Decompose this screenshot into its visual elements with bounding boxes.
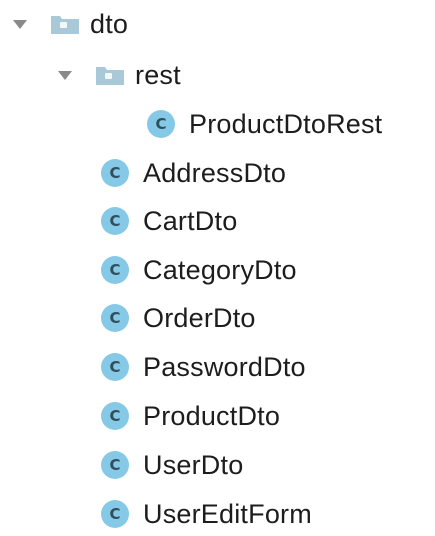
folder-icon [50, 13, 80, 35]
tree-item-class[interactable]: C PasswordDto [101, 347, 306, 387]
tree-node-label: rest [135, 59, 181, 90]
tree-item-label: ProductDto [143, 400, 281, 431]
class-icon: C [101, 451, 129, 479]
tree-item-class[interactable]: C UserDto [101, 445, 243, 485]
class-icon: C [101, 353, 129, 381]
tree-item-label: PasswordDto [143, 351, 306, 382]
class-icon: C [101, 207, 129, 235]
tree-item-class[interactable]: C CartDto [101, 201, 237, 241]
folder-icon [95, 64, 125, 86]
tree-item-label: UserDto [143, 449, 244, 480]
expand-arrow-icon[interactable] [12, 16, 28, 32]
tree-item-label: UserEditForm [143, 498, 312, 529]
class-icon: C [101, 304, 129, 332]
tree-item-label: CategoryDto [143, 254, 297, 285]
class-icon: C [101, 159, 129, 187]
tree-item-label: ProductDtoRest [189, 108, 383, 139]
tree-item-label: OrderDto [143, 302, 256, 333]
tree-node-dto[interactable]: dto [12, 4, 128, 44]
tree-item-class[interactable]: C ProductDto [101, 396, 280, 436]
class-icon: C [101, 256, 129, 284]
tree-node-label: dto [90, 8, 129, 39]
class-icon: C [101, 402, 129, 430]
tree-item-class[interactable]: C AddressDto [101, 153, 286, 193]
class-icon: C [101, 500, 129, 528]
tree-item-class[interactable]: C OrderDto [101, 298, 256, 338]
tree-item-class[interactable]: C UserEditForm [101, 494, 312, 534]
class-icon: C [147, 110, 175, 138]
tree-item-class[interactable]: C ProductDtoRest [147, 104, 382, 144]
tree-node-rest[interactable]: rest [57, 55, 181, 95]
project-tree: dto rest C ProductDtoRest C AddressDto C… [0, 0, 435, 536]
tree-item-class[interactable]: C CategoryDto [101, 250, 297, 290]
expand-arrow-icon[interactable] [57, 67, 73, 83]
tree-item-label: CartDto [143, 205, 238, 236]
tree-item-label: AddressDto [143, 157, 287, 188]
